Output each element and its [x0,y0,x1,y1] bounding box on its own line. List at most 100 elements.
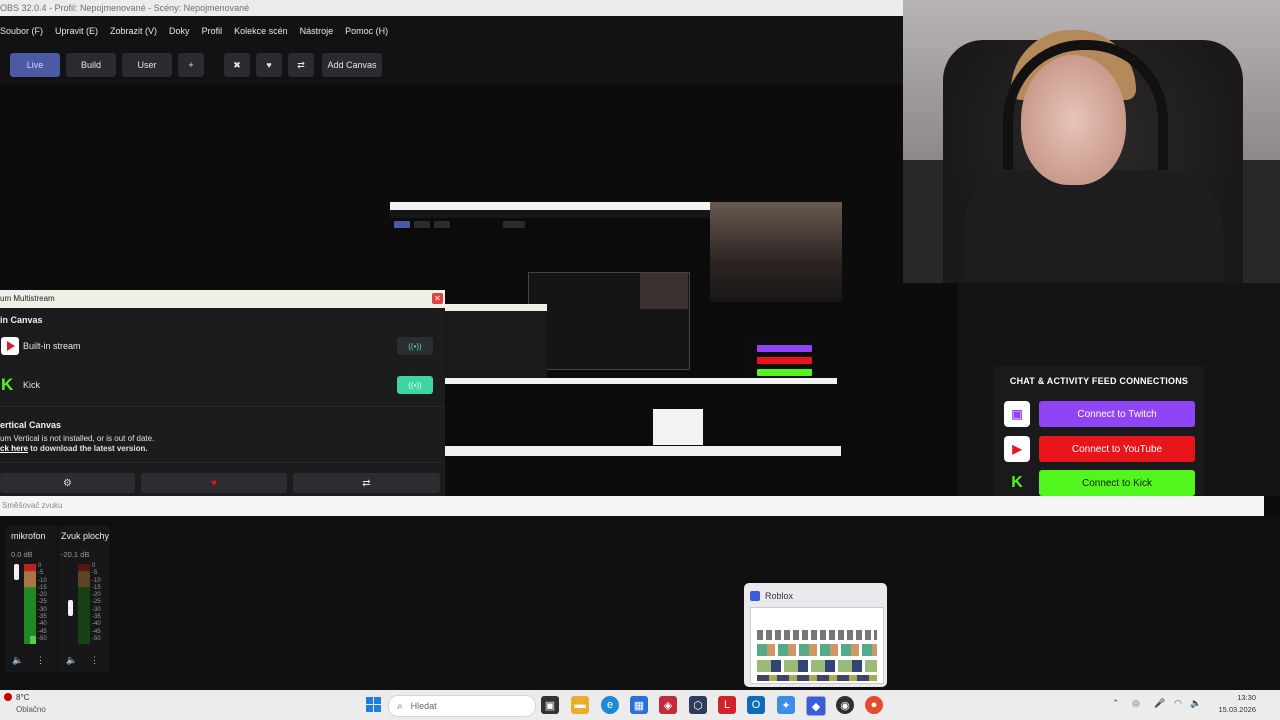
menu-scene-collection[interactable]: Kolekce scén [234,26,288,36]
kick-stream-toggle[interactable]: ((•)) [397,376,433,394]
volume-slider[interactable] [68,600,73,616]
outlook-icon[interactable]: O [747,696,765,714]
preview-menu-bar [390,210,710,218]
swap-button[interactable]: ⇄ [293,473,440,493]
more-options-icon[interactable]: ⋮ [36,655,45,666]
twitch-icon: ▣ [1004,401,1030,427]
kick-icon: K [1004,470,1030,496]
channel-name: mikrofon [11,531,46,541]
settings-gear-button[interactable]: ⚙ [0,473,135,493]
clock-date[interactable]: 15.03.2026 [1206,705,1256,714]
builtin-stream-toggle[interactable]: ((•)) [397,337,433,355]
clock-time[interactable]: 13:30 [1226,693,1256,702]
preview-tab [394,221,410,228]
gear-icon: ⚙ [63,477,72,489]
chat-connections-title: CHAT & ACTIVITY FEED CONNECTIONS [1009,376,1189,386]
swap-icon: ⇄ [362,477,371,489]
volume-meter [84,564,90,644]
menu-edit[interactable]: Upravit (E) [55,26,98,36]
preview-kick-button [757,369,812,376]
preview-webcam [710,202,842,302]
tray-expand-icon[interactable]: ⌃ [1112,698,1120,709]
channel-volume-db: -20.1 dB [61,550,90,559]
edge-browser-icon[interactable]: e [601,696,619,714]
speaker-icon[interactable]: 🔈 [12,655,23,666]
weather-description[interactable]: Oblačno [16,705,46,714]
store-icon[interactable]: ▦ [630,696,648,714]
security-app-icon[interactable]: ◈ [659,696,677,714]
wifi-icon[interactable]: ◠ [1174,698,1182,709]
preview-nested-webcam [640,273,688,309]
tab-user[interactable]: User [122,53,172,77]
tab-build[interactable]: Build [66,53,116,77]
roblox-taskbar-icon[interactable]: ◆ [806,696,826,716]
preview-youtube-button [757,357,812,364]
tray-app-icon[interactable]: ◎ [1132,698,1140,709]
roblox-window-thumbnail[interactable] [750,607,884,684]
multistream-dock-title: um Multistream [0,290,445,308]
taskbar-search[interactable]: ⌕ Hledat [388,695,536,717]
preview-roblox-popup [653,409,703,445]
search-placeholder: Hledat [410,701,437,711]
roblox-window-label: Roblox [765,591,794,601]
task-view-icon[interactable]: ▣ [541,696,559,714]
heart-icon: ♥ [211,477,217,489]
builtin-stream-label: Built-in stream [23,341,81,351]
weather-temperature[interactable]: 8°C [16,693,29,702]
preview-tab [503,221,525,228]
windows-start-icon[interactable] [366,697,381,712]
tools-icon[interactable]: ✖ [224,53,250,77]
volume-slider[interactable] [14,564,19,580]
menu-help[interactable]: Pomoc (H) [345,26,388,36]
connect-youtube-button[interactable]: Connect to YouTube [1039,436,1195,462]
channel-volume-db: 0.0 dB [11,550,33,559]
download-link[interactable]: ck here [0,444,28,453]
microphone-icon[interactable]: 🎤 [1154,698,1165,709]
menu-tools[interactable]: Nástroje [300,26,334,36]
connect-twitch-button[interactable]: Connect to Twitch [1039,401,1195,427]
preview-mixer-header [445,378,837,384]
menu-bar: Soubor (F) Upravit (E) Zobrazit (V) Doky… [0,16,903,46]
speaker-icon[interactable]: 🔈 [66,655,77,666]
preview-title-bar [390,202,710,210]
volume-meter [30,564,36,644]
tab-live[interactable]: Live [10,53,60,77]
menu-file[interactable]: Soubor (F) [0,26,43,36]
preview-nested-dock [445,304,547,378]
menu-view[interactable]: Zobrazit (V) [110,26,157,36]
chrome-icon[interactable]: ● [865,696,883,714]
vertical-canvas-heading: ertical Canvas [0,420,62,430]
add-tab-button[interactable]: + [178,53,204,77]
youtube-icon: ▶ [1004,436,1030,462]
multistream-dock [0,290,445,496]
menu-profile[interactable]: Profil [202,26,223,36]
close-icon[interactable]: ✕ [432,293,443,304]
add-canvas-button[interactable]: Add Canvas [322,53,382,77]
window-title-bar: OBS 32.0.4 - Profil: Nepojmenované - Scé… [0,0,903,16]
preview-taskbar [445,446,841,456]
obs-stream-icon [1,337,19,355]
vertical-note-tail: to download the latest version. [28,444,148,453]
refresh-icon[interactable]: ⇄ [288,53,314,77]
preview-twitch-button [757,345,812,352]
volume-icon[interactable]: 🔈 [1190,698,1201,709]
main-canvas-heading: in Canvas [0,315,43,325]
audio-mixer-title: Směšovač zvuku [0,496,1264,516]
vpn-shield-icon[interactable]: ⬡ [689,696,707,714]
meter-scale: 0 -5 -10 -15 -20 -25 -30 -35 -40 -45 -50 [38,563,47,642]
weather-alert-icon [4,693,12,701]
donate-heart-button[interactable]: ♥ [141,473,287,493]
vertical-note: um Vertical is not installed, or is out … [0,434,155,443]
divider [0,462,445,463]
heart-icon[interactable]: ♥ [256,53,282,77]
l-app-icon[interactable]: L [718,696,736,714]
obs-taskbar-icon[interactable]: ◉ [836,696,854,714]
menu-docks[interactable]: Doky [169,26,190,36]
connect-kick-button[interactable]: Connect to Kick [1039,470,1195,496]
audio-mixer-title-label: Směšovač zvuku [2,501,63,510]
file-explorer-icon[interactable]: ▬ [571,696,589,714]
vertical-note-download: ck here to download the latest version. [0,444,148,453]
more-options-icon[interactable]: ⋮ [90,655,99,666]
copilot-icon[interactable]: ✦ [777,696,795,714]
audio-mixer [0,516,1280,690]
